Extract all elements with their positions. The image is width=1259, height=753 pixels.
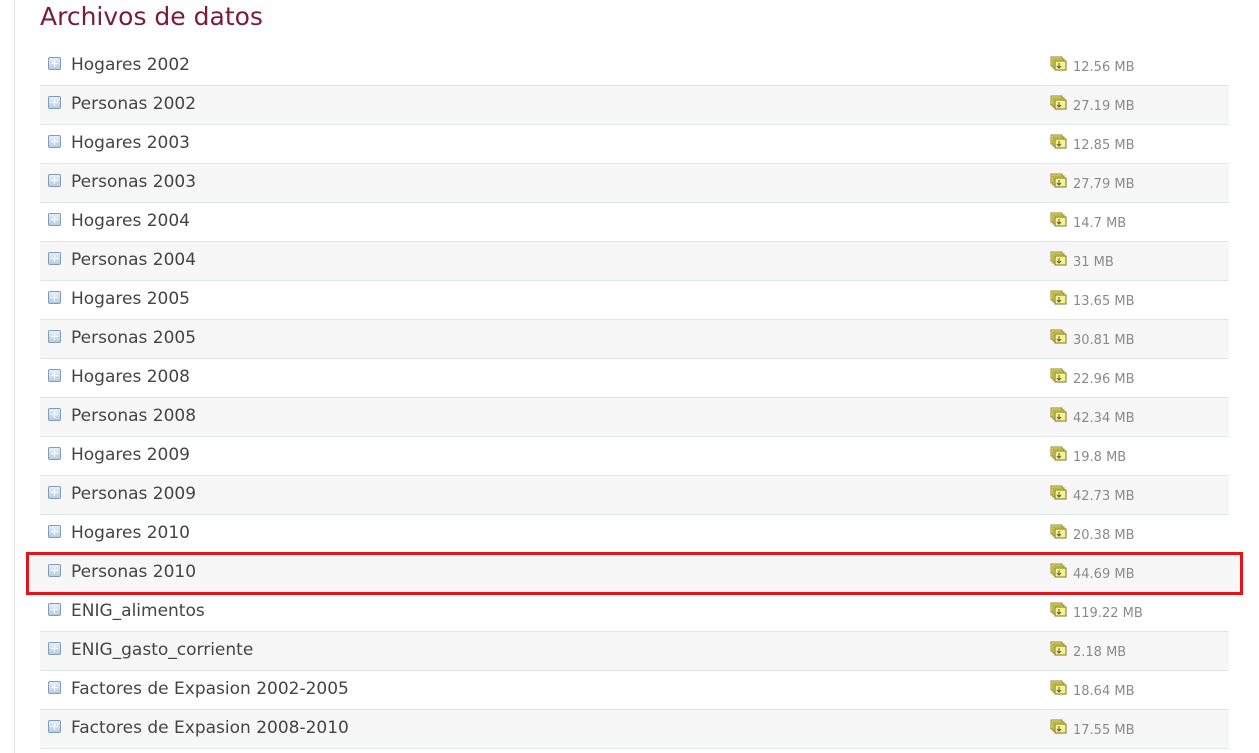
file-name[interactable]: ENIG_alimentos [71,601,205,621]
file-size: 13.65 MB [1073,294,1135,309]
file-name[interactable]: Hogares 2005 [71,289,190,309]
file-name[interactable]: Factores de Expasion 2008-2010 [71,718,349,738]
file-name[interactable]: Hogares 2003 [71,133,190,153]
file-row[interactable]: Hogares 2002 12.56 MB [40,47,1229,86]
expand-icon[interactable] [48,642,61,655]
download-icon[interactable] [1050,134,1068,150]
expand-icon[interactable] [48,603,61,616]
download-icon[interactable] [1050,563,1068,579]
download-icon[interactable] [1050,95,1068,111]
download-icon[interactable] [1050,719,1068,735]
expand-icon[interactable] [48,291,61,304]
file-name[interactable]: Hogares 2010 [71,523,190,543]
file-name[interactable]: Personas 2008 [71,406,196,426]
expand-icon[interactable] [48,525,61,538]
expand-icon[interactable] [48,252,61,265]
expand-icon[interactable] [48,213,61,226]
file-name[interactable]: Personas 2002 [71,94,196,114]
file-size: 30.81 MB [1073,333,1135,348]
expand-icon[interactable] [48,681,61,694]
file-size: 42.34 MB [1073,411,1135,426]
file-row[interactable]: Factores de Expasion 2002-2005 18.64 MB [40,671,1229,710]
file-size: 44.69 MB [1073,567,1135,582]
file-name[interactable]: ENIG_gasto_corriente [71,640,253,660]
expand-icon[interactable] [48,135,61,148]
download-icon[interactable] [1050,446,1068,462]
file-size: 27.19 MB [1073,99,1135,114]
section-title: Archivos de datos [40,2,263,31]
expand-icon[interactable] [48,57,61,70]
file-name[interactable]: Personas 2005 [71,328,196,348]
file-size: 31 MB [1073,255,1114,270]
file-row-highlighted[interactable]: Personas 2010 44.69 MB [26,552,1243,595]
data-files-list: Hogares 2002 12.56 MB Personas 2002 27.1… [26,47,1243,749]
file-row[interactable]: Personas 2009 42.73 MB [40,476,1229,515]
left-border [14,0,15,753]
file-row[interactable]: Factores de Expasion 2008-2010 17.55 MB [40,710,1229,749]
file-name[interactable]: Hogares 2008 [71,367,190,387]
download-icon[interactable] [1050,368,1068,384]
file-row[interactable]: Hogares 2010 20.38 MB [40,515,1229,554]
file-row[interactable]: Personas 2008 42.34 MB [40,398,1229,437]
file-name[interactable]: Personas 2010 [71,562,196,582]
file-size: 22.96 MB [1073,372,1135,387]
download-icon[interactable] [1050,212,1068,228]
download-icon[interactable] [1050,251,1068,267]
file-size: 18.64 MB [1073,684,1135,699]
file-size: 17.55 MB [1073,723,1135,738]
file-size: 14.7 MB [1073,216,1127,231]
file-row[interactable]: ENIG_gasto_corriente 2.18 MB [40,632,1229,671]
file-size: 119.22 MB [1073,606,1143,621]
download-icon[interactable] [1050,290,1068,306]
expand-icon[interactable] [48,174,61,187]
file-row[interactable]: Personas 2005 30.81 MB [40,320,1229,359]
file-name[interactable]: Hogares 2004 [71,211,190,231]
expand-icon[interactable] [48,369,61,382]
file-size: 27.79 MB [1073,177,1135,192]
download-icon[interactable] [1050,329,1068,345]
file-size: 19.8 MB [1073,450,1127,465]
expand-icon[interactable] [48,720,61,733]
file-row[interactable]: Hogares 2008 22.96 MB [40,359,1229,398]
file-row[interactable]: Personas 2002 27.19 MB [40,86,1229,125]
expand-icon[interactable] [48,408,61,421]
file-name[interactable]: Hogares 2009 [71,445,190,465]
file-size: 42.73 MB [1073,489,1135,504]
download-icon[interactable] [1050,641,1068,657]
download-icon[interactable] [1050,173,1068,189]
download-icon[interactable] [1050,485,1068,501]
expand-icon[interactable] [48,330,61,343]
expand-icon[interactable] [48,486,61,499]
file-size: 12.85 MB [1073,138,1135,153]
file-size: 20.38 MB [1073,528,1135,543]
download-icon[interactable] [1050,524,1068,540]
file-size: 2.18 MB [1073,645,1127,660]
file-row[interactable]: ENIG_alimentos 119.22 MB [40,593,1229,632]
file-name[interactable]: Factores de Expasion 2002-2005 [71,679,349,699]
file-row[interactable]: Personas 2003 27.79 MB [40,164,1229,203]
file-row[interactable]: Hogares 2009 19.8 MB [40,437,1229,476]
file-row[interactable]: Hogares 2005 13.65 MB [40,281,1229,320]
file-name[interactable]: Personas 2004 [71,250,196,270]
expand-icon[interactable] [48,564,61,577]
file-row[interactable]: Personas 2004 31 MB [40,242,1229,281]
file-row[interactable]: Hogares 2003 12.85 MB [40,125,1229,164]
download-icon[interactable] [1050,407,1068,423]
file-name[interactable]: Hogares 2002 [71,55,190,75]
expand-icon[interactable] [48,96,61,109]
download-icon[interactable] [1050,680,1068,696]
file-name[interactable]: Personas 2009 [71,484,196,504]
file-row[interactable]: Hogares 2004 14.7 MB [40,203,1229,242]
expand-icon[interactable] [48,447,61,460]
download-icon[interactable] [1050,602,1068,618]
file-name[interactable]: Personas 2003 [71,172,196,192]
file-size: 12.56 MB [1073,60,1135,75]
download-icon[interactable] [1050,56,1068,72]
